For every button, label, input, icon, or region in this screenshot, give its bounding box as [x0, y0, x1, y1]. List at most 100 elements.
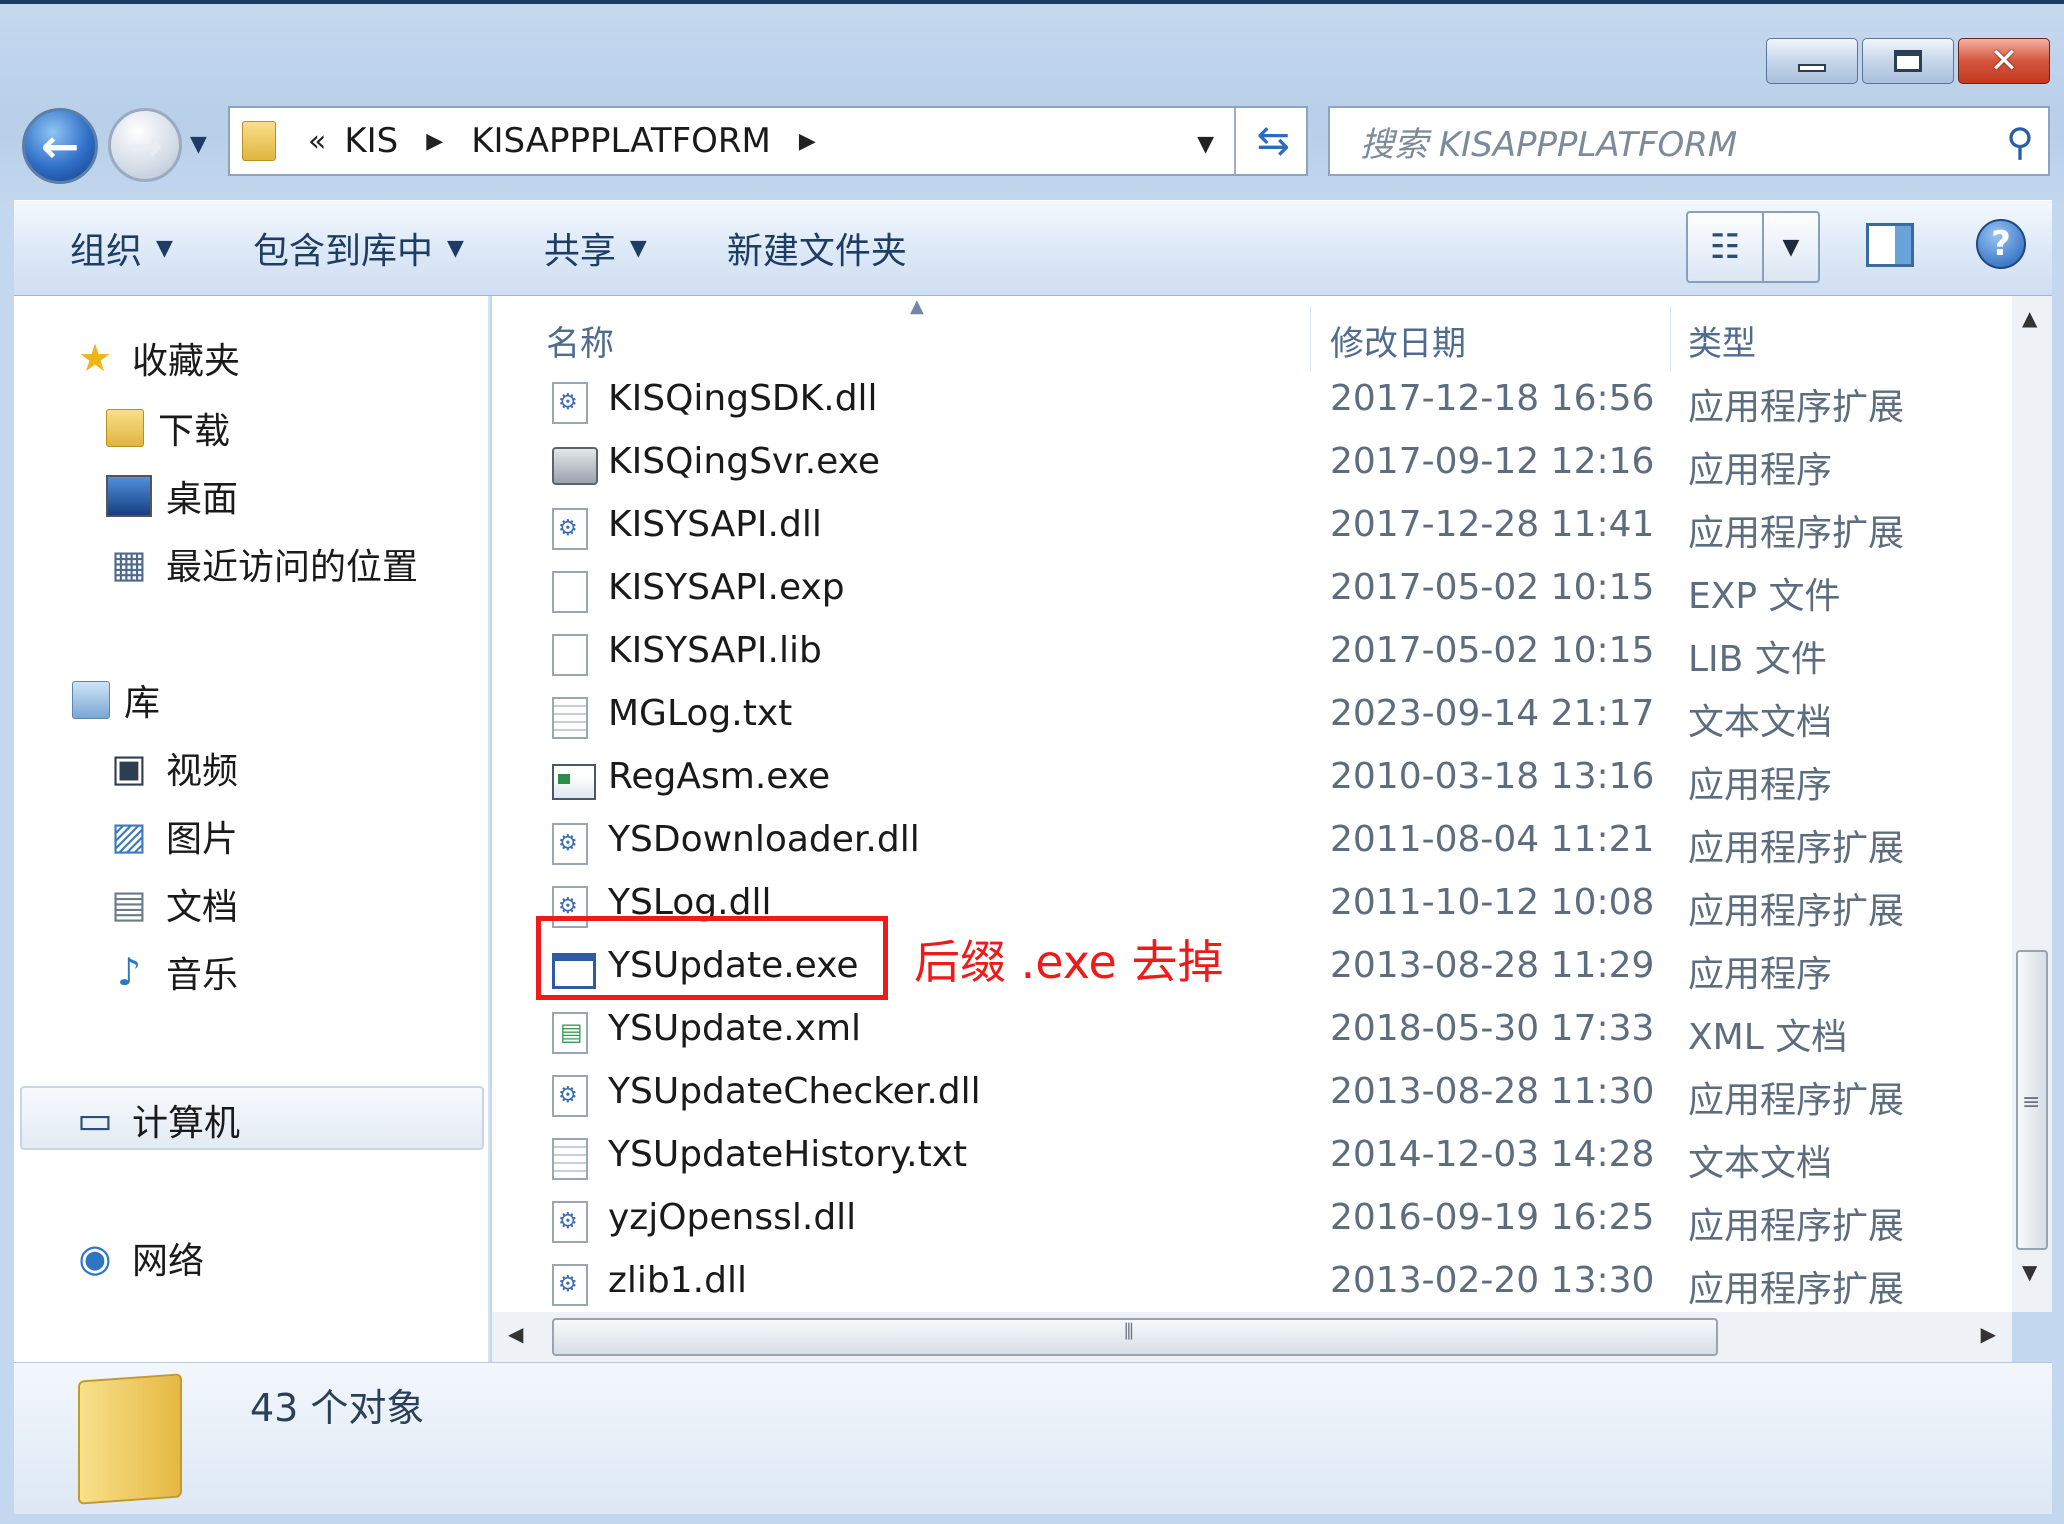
share-label: 共享: [543, 231, 616, 272]
file-name[interactable]: YSUpdateHistory.txt: [608, 1134, 967, 1175]
view-details-icon[interactable]: ☷: [1688, 213, 1764, 281]
nav-libraries[interactable]: 库: [72, 674, 160, 726]
breadcrumb-kis[interactable]: KIS: [344, 121, 398, 161]
search-icon[interactable]: ⚲: [2006, 120, 2034, 164]
file-type: 应用程序: [1688, 765, 1833, 806]
file-name[interactable]: YSUpdateChecker.dll: [608, 1071, 981, 1112]
file-row[interactable]: KISYSAPI.exp 2017-05-02 10:15 EXP 文件: [492, 561, 2012, 624]
file-name[interactable]: MGLog.txt: [608, 693, 792, 734]
file-type: 应用程序扩展: [1688, 387, 1905, 428]
file-date: 2010-03-18 13:16: [1330, 756, 1655, 797]
refresh-icon[interactable]: ⇆: [1256, 118, 1290, 164]
maximize-button[interactable]: [1862, 38, 1954, 84]
file-row[interactable]: zlib1.dll 2013-02-20 13:30 应用程序扩展: [492, 1254, 2012, 1317]
file-date: 2023-09-14 21:17: [1330, 693, 1655, 734]
column-header-type[interactable]: 类型: [1688, 316, 1756, 365]
search-input[interactable]: 搜索 KISAPPPLATFORM: [1360, 117, 1737, 166]
help-icon[interactable]: ?: [1976, 219, 2026, 269]
scroll-left-icon[interactable]: ◀: [508, 1322, 523, 1346]
nav-libraries-label: 库: [124, 683, 161, 724]
file-name[interactable]: KISYSAPI.dll: [608, 504, 822, 545]
nav-item-videos[interactable]: ▣ 视频: [106, 742, 238, 794]
file-list: ▲ 名称 修改日期 类型 KISQingSDK.dll 2017-12-18 16…: [492, 296, 2012, 1312]
column-header-date[interactable]: 修改日期: [1330, 316, 1466, 365]
view-options-dropdown[interactable]: ▼: [1764, 213, 1818, 281]
scroll-right-icon[interactable]: ▶: [1981, 1322, 1996, 1346]
caption-buttons: ✕: [1766, 38, 2050, 84]
file-name[interactable]: yzjOpenssl.dll: [608, 1197, 856, 1238]
column-divider[interactable]: [1310, 306, 1311, 372]
nav-item-desktop[interactable]: 桌面: [106, 470, 238, 522]
file-date: 2017-12-18 16:56: [1330, 378, 1655, 419]
file-type: 文本文档: [1688, 702, 1833, 743]
breadcrumb-separator-icon[interactable]: ▶: [799, 129, 816, 154]
file-name[interactable]: YSDownloader.dll: [608, 819, 920, 860]
new-folder-button[interactable]: 新建文件夹: [727, 222, 907, 274]
file-txt-icon: [552, 1138, 588, 1180]
folder-icon: [242, 121, 276, 161]
file-row[interactable]: KISYSAPI.lib 2017-05-02 10:15 LIB 文件: [492, 624, 2012, 687]
file-row[interactable]: RegAsm.exe 2010-03-18 13:16 应用程序: [492, 750, 2012, 813]
nav-item-recent-places[interactable]: ▦ 最近访问的位置: [106, 538, 418, 590]
file-row[interactable]: KISQingSDK.dll 2017-12-18 16:56 应用程序扩展: [492, 372, 2012, 435]
breadcrumb-separator-icon[interactable]: ▶: [426, 129, 443, 154]
nav-item-documents[interactable]: ▤ 文档: [106, 878, 238, 930]
minimize-button[interactable]: [1766, 38, 1858, 84]
scroll-down-icon[interactable]: ▼: [2022, 1260, 2037, 1284]
file-name[interactable]: RegAsm.exe: [608, 756, 830, 797]
file-svr-icon: [552, 447, 598, 485]
nav-computer-label: 计算机: [132, 1103, 241, 1144]
file-name[interactable]: zlib1.dll: [608, 1260, 747, 1301]
close-button[interactable]: ✕: [1958, 38, 2050, 84]
dropdown-icon: ▼: [446, 235, 464, 261]
file-name[interactable]: KISYSAPI.lib: [608, 630, 822, 671]
vertical-scrollbar[interactable]: ▲ ≡ ▼: [2012, 296, 2052, 1312]
column-divider[interactable]: [1670, 306, 1671, 372]
desktop-icon: [106, 475, 152, 517]
nav-favorites[interactable]: ★ 收藏夹: [72, 332, 240, 384]
organize-menu[interactable]: 组织 ▼: [70, 222, 173, 274]
forward-button[interactable]: →: [108, 108, 182, 182]
horizontal-scroll-thumb[interactable]: [552, 1318, 1718, 1356]
file-type: 应用程序: [1688, 450, 1833, 491]
nav-item-pictures[interactable]: ▨ 图片: [106, 810, 238, 862]
file-name[interactable]: YSUpdate.xml: [608, 1008, 861, 1049]
nav-network[interactable]: ◉ 网络: [72, 1232, 204, 1284]
include-in-library-menu[interactable]: 包含到库中 ▼: [253, 222, 464, 274]
file-blank-icon: [552, 634, 588, 676]
organize-label: 组织: [70, 231, 143, 272]
file-type: 应用程序扩展: [1688, 1080, 1905, 1121]
share-menu[interactable]: 共享 ▼: [544, 222, 647, 274]
preview-pane-icon[interactable]: [1866, 223, 1914, 267]
file-row[interactable]: YSUpdateHistory.txt 2014-12-03 14:28 文本文档: [492, 1128, 2012, 1191]
file-type: 应用程序扩展: [1688, 1269, 1905, 1310]
nav-item-label: 桌面: [166, 479, 239, 520]
address-history-dropdown[interactable]: ▼: [1197, 132, 1214, 157]
file-row[interactable]: YSDownloader.dll 2011-08-04 11:21 应用程序扩展: [492, 813, 2012, 876]
scroll-up-icon[interactable]: ▲: [2022, 306, 2037, 330]
address-overflow-chevron[interactable]: «: [308, 124, 326, 159]
file-row[interactable]: MGLog.txt 2023-09-14 21:17 文本文档: [492, 687, 2012, 750]
file-name[interactable]: KISYSAPI.exp: [608, 567, 845, 608]
file-row[interactable]: yzjOpenssl.dll 2016-09-19 16:25 应用程序扩展: [492, 1191, 2012, 1254]
back-button[interactable]: ←: [22, 108, 98, 184]
change-view-button[interactable]: ☷ ▼: [1686, 211, 1820, 283]
file-row[interactable]: KISYSAPI.dll 2017-12-28 11:41 应用程序扩展: [492, 498, 2012, 561]
horizontal-scrollbar[interactable]: ◀ ⦀ ▶: [492, 1312, 2012, 1362]
recent-pages-dropdown[interactable]: ▼: [190, 132, 207, 157]
nav-item-music[interactable]: ♪ 音乐: [106, 946, 238, 998]
breadcrumb-kisappplatform[interactable]: KISAPPPLATFORM: [471, 121, 771, 161]
nav-item-label: 视频: [166, 751, 239, 792]
file-regasm-icon: [552, 764, 596, 800]
file-row[interactable]: YSUpdateChecker.dll 2013-08-28 11:30 应用程序扩…: [492, 1065, 2012, 1128]
search-box[interactable]: 搜索 KISAPPPLATFORM ⚲: [1328, 106, 2050, 176]
nav-item-downloads[interactable]: 下载: [106, 402, 230, 454]
column-header-name[interactable]: 名称: [546, 316, 614, 365]
file-name[interactable]: KISQingSvr.exe: [608, 441, 880, 482]
nav-computer[interactable]: ▭ 计算机: [72, 1094, 240, 1146]
file-row[interactable]: YSUpdate.xml 2018-05-30 17:33 XML 文档: [492, 1002, 2012, 1065]
file-row[interactable]: KISQingSvr.exe 2017-09-12 12:16 应用程序: [492, 435, 2012, 498]
address-bar[interactable]: « KIS ▶ KISAPPPLATFORM ▶ ▼ ⇆: [228, 106, 1308, 176]
file-name[interactable]: KISQingSDK.dll: [608, 378, 878, 419]
nav-network-label: 网络: [132, 1241, 205, 1282]
